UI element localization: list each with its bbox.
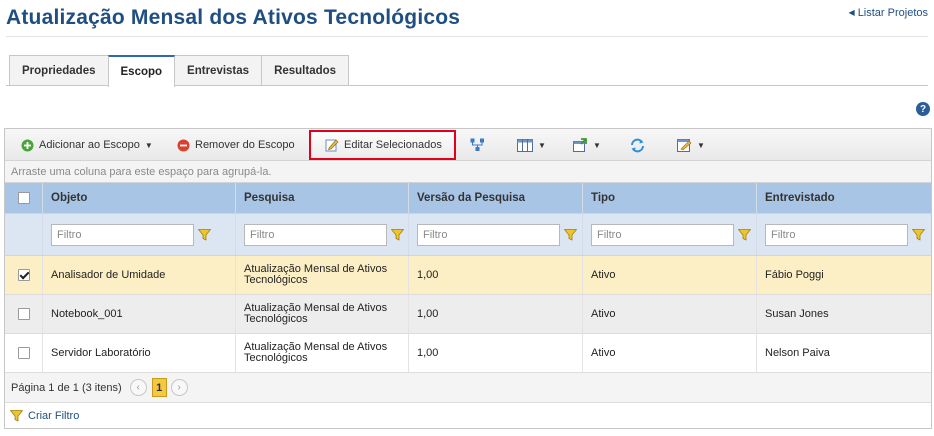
cell-objeto: Analisador de Umidade (43, 256, 236, 294)
column-header-row: Objeto Pesquisa Versão da Pesquisa Tipo … (5, 183, 931, 214)
remove-circle-icon (177, 139, 190, 151)
filter-cell-objeto (43, 214, 236, 255)
tab-bar: Propriedades Escopo Entrevistas Resultad… (9, 55, 350, 87)
filter-row (5, 214, 931, 256)
remove-from-scope-button[interactable]: Remover do Escopo (177, 129, 295, 161)
row-checkbox[interactable] (17, 269, 30, 281)
refresh-button[interactable] (630, 129, 645, 161)
filter-icon[interactable] (391, 228, 404, 241)
columns-menu-button[interactable]: ▼ (517, 129, 546, 161)
edit-icon (325, 139, 339, 152)
prev-page-button[interactable]: ‹ (129, 379, 147, 396)
back-triangle-icon: ◀ (848, 8, 855, 17)
row-checkbox[interactable] (17, 308, 30, 320)
table-row[interactable]: Servidor Laboratório Atualização Mensal … (5, 334, 931, 373)
columns-icon (517, 138, 533, 152)
cell-entrevistado: Nelson Paiva (765, 347, 830, 359)
select-all-checkbox[interactable] (17, 192, 30, 204)
scope-grid: Adicionar ao Escopo ▼ Remover do Escopo … (4, 128, 932, 429)
report-menu-button[interactable]: ▼ (677, 129, 705, 161)
hierarchy-icon (470, 138, 484, 151)
add-to-scope-button[interactable]: Adicionar ao Escopo ▼ (21, 129, 153, 161)
list-projects-link[interactable]: ◀ Listar Projetos (849, 7, 928, 19)
list-projects-label: Listar Projetos (857, 7, 928, 19)
tab-propriedades[interactable]: Propriedades (9, 55, 109, 86)
row-select-cell (5, 334, 43, 372)
filter-input-versao[interactable] (417, 223, 560, 246)
pager-summary: Página 1 de 1 (3 itens) (11, 381, 122, 394)
report-icon (677, 139, 692, 152)
filter-cell-pesquisa (236, 214, 409, 255)
cell-versao: 1,00 (409, 295, 583, 333)
filter-icon[interactable] (738, 228, 751, 241)
column-header-objeto[interactable]: Objeto (43, 183, 236, 213)
add-to-scope-label: Adicionar ao Escopo (39, 139, 140, 151)
column-header-versao[interactable]: Versão da Pesquisa (409, 183, 583, 213)
chevron-down-icon: ▼ (538, 140, 546, 150)
pager: Página 1 de 1 (3 itens) ‹ 1 › (5, 373, 931, 403)
cell-objeto: Notebook_001 (43, 295, 236, 333)
filter-input-entrevistado[interactable] (765, 223, 908, 246)
cell-tipo: Ativo (583, 256, 757, 294)
tab-entrevistas[interactable]: Entrevistas (174, 55, 263, 86)
cell-entrevistado: Fábio Poggi (765, 269, 824, 281)
filter-input-objeto[interactable] (51, 223, 194, 246)
filter-cell-versao (409, 214, 583, 255)
cell-objeto: Servidor Laboratório (43, 334, 236, 372)
grid-footer: Criar Filtro (5, 403, 931, 428)
cell-tipo: Ativo (583, 334, 757, 372)
column-header-pesquisa[interactable]: Pesquisa (236, 183, 409, 213)
tab-escopo[interactable]: Escopo (107, 55, 176, 87)
filter-input-pesquisa[interactable] (244, 223, 387, 246)
chevron-down-icon: ▼ (697, 140, 705, 150)
refresh-icon (631, 138, 644, 152)
column-header-tipo[interactable]: Tipo (583, 183, 757, 213)
page-number-button[interactable]: 1 (151, 378, 167, 397)
cell-versao: 1,00 (409, 256, 583, 294)
cell-pesquisa: Atualização Mensal de Ativos Tecnológico… (236, 295, 409, 333)
cell-tipo: Ativo (583, 295, 757, 333)
add-circle-icon (21, 139, 34, 151)
help-icon[interactable]: ? (916, 102, 930, 116)
cell-pesquisa: Atualização Mensal de Ativos Tecnológico… (236, 334, 409, 372)
select-all-cell (5, 183, 43, 213)
row-checkbox[interactable] (17, 347, 30, 359)
page-title: Atualização Mensal dos Ativos Tecnológic… (6, 6, 461, 29)
table-row[interactable]: Analisador de Umidade Atualização Mensal… (5, 256, 931, 295)
export-icon (573, 138, 587, 152)
chevron-down-icon: ▼ (144, 140, 153, 150)
filter-cell-tipo (583, 214, 757, 255)
filter-icon[interactable] (912, 228, 925, 241)
tab-resultados[interactable]: Resultados (261, 55, 350, 86)
table-row[interactable]: Notebook_001 Atualização Mensal de Ativo… (5, 295, 931, 334)
cell-versao: 1,00 (409, 334, 583, 372)
filter-icon[interactable] (564, 228, 577, 241)
column-header-entrevistado[interactable]: Entrevistado (757, 183, 931, 213)
cell-entrevistado: Susan Jones (765, 308, 829, 320)
cell-pesquisa: Atualização Mensal de Ativos Tecnológico… (236, 256, 409, 294)
remove-from-scope-label: Remover do Escopo (195, 139, 295, 151)
title-divider (6, 36, 928, 37)
filter-icon (10, 409, 23, 422)
filter-icon[interactable] (198, 228, 211, 241)
create-filter-link[interactable]: Criar Filtro (28, 410, 79, 422)
grid-toolbar: Adicionar ao Escopo ▼ Remover do Escopo … (5, 129, 931, 161)
filter-cell-entrevistado (757, 214, 931, 255)
hierarchy-button[interactable] (470, 129, 485, 161)
export-menu-button[interactable]: ▼ (573, 129, 601, 161)
filter-input-tipo[interactable] (591, 223, 734, 246)
edit-selected-label: Editar Selecionados (344, 139, 442, 151)
chevron-down-icon: ▼ (593, 140, 601, 150)
group-drop-area[interactable]: Arraste uma coluna para este espaço para… (5, 161, 931, 183)
edit-selected-button[interactable]: Editar Selecionados (309, 130, 456, 160)
row-select-cell (5, 256, 43, 294)
row-select-cell (5, 295, 43, 333)
next-page-button[interactable]: › (170, 379, 188, 396)
filter-spacer (5, 214, 43, 255)
